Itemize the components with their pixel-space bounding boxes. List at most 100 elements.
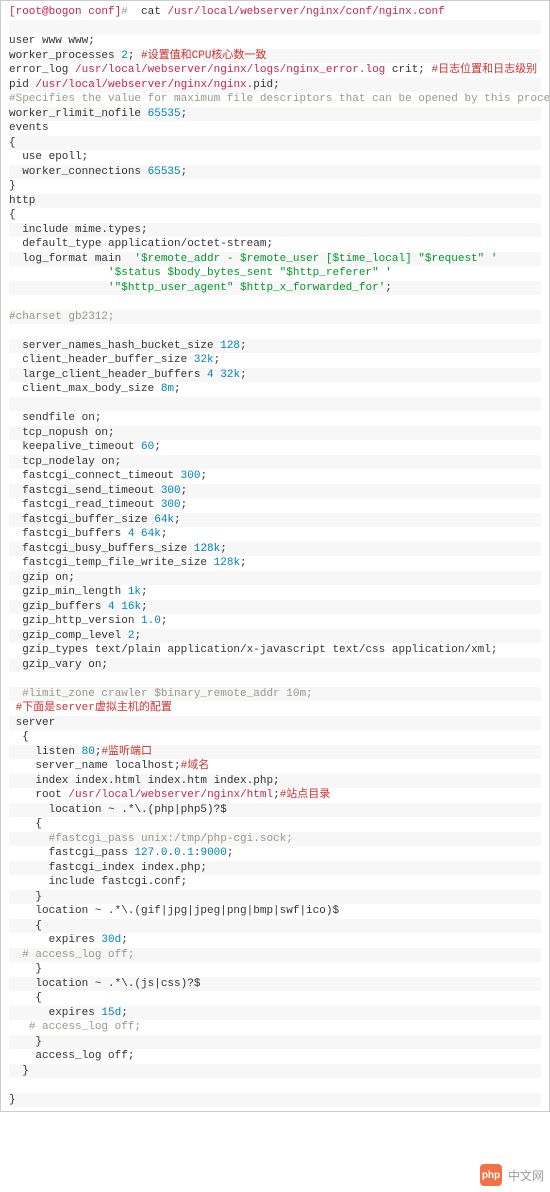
code-token: # access_log off; xyxy=(22,949,134,961)
code-line: gzip_types text/plain application/x-java… xyxy=(9,643,541,658)
code-token: ; xyxy=(141,601,148,613)
nginx-conf-code-block[interactable]: [root@bogon conf]# cat /usr/local/webser… xyxy=(0,0,550,1112)
code-token: log_format main xyxy=(9,253,134,265)
code-token: pid; xyxy=(253,79,279,91)
code-line: { xyxy=(9,919,541,934)
code-token: index index.html index.htm index.php; xyxy=(9,775,280,787)
code-token: ; xyxy=(240,369,247,381)
code-line: { xyxy=(9,136,541,151)
code-token: ; xyxy=(273,789,280,801)
code-token: /usr/ xyxy=(35,79,68,91)
php-cn-watermark: php 中文网 xyxy=(480,1164,544,1186)
code-token: #limit_zone crawler $binary_remote_addr … xyxy=(22,688,312,700)
code-token: crit; xyxy=(385,64,431,76)
code-token xyxy=(9,267,108,279)
code-token: server_names_hash_bucket_size xyxy=(9,340,220,352)
code-token: ; xyxy=(141,586,148,598)
code-token: 300 xyxy=(181,470,201,482)
code-line xyxy=(9,295,541,310)
code-token: /usr/ xyxy=(75,64,108,76)
code-token: gzip_buffers xyxy=(9,601,108,613)
code-token: pid xyxy=(9,79,35,91)
code-token: 32k xyxy=(194,354,214,366)
code-token: } xyxy=(9,1094,16,1106)
code-line: { xyxy=(9,730,541,745)
code-line: } xyxy=(9,1064,541,1079)
code-token: } xyxy=(9,1036,42,1048)
code-token: 9000 xyxy=(200,847,226,859)
code-line: # access_log off; xyxy=(9,948,541,963)
code-token xyxy=(9,296,29,308)
code-line: location ~ .*\.(gif|jpg|jpeg|png|bmp|swf… xyxy=(9,904,541,919)
code-line: '"$http_user_agent" $http_x_forwarded_fo… xyxy=(9,281,541,296)
code-token: #fastcgi_pass unix:/tmp/php-cgi.sock; xyxy=(49,833,293,845)
code-token: #站点目录 xyxy=(280,789,331,801)
code-line: gzip_min_length 1k; xyxy=(9,585,541,600)
code-line: #fastcgi_pass unix:/tmp/php-cgi.sock; xyxy=(9,832,541,847)
code-line: root /usr/local/webserver/nginx/html;#站点… xyxy=(9,788,541,803)
code-line: } xyxy=(9,1093,541,1108)
code-line: fastcgi_pass 127.0.0.1:9000; xyxy=(9,846,541,861)
code-token: fastcgi_temp_file_write_size xyxy=(9,557,214,569)
code-token: 128 xyxy=(220,340,240,352)
code-line: include fastcgi.conf; xyxy=(9,875,541,890)
code-token: ; xyxy=(181,108,188,120)
code-token: [root@bogon conf] xyxy=(9,6,121,18)
code-token: #日志位置和日志级别 xyxy=(432,64,538,76)
code-token: { xyxy=(9,920,42,932)
code-line: client_header_buffer_size 32k; xyxy=(9,353,541,368)
code-token: local xyxy=(101,789,134,801)
code-token: gzip_min_length xyxy=(9,586,128,598)
code-line: { xyxy=(9,817,541,832)
code-token: ; xyxy=(214,354,221,366)
code-line: gzip_vary on; xyxy=(9,658,541,673)
code-line: fastcgi_buffer_size 64k; xyxy=(9,513,541,528)
code-token: /usr/ xyxy=(167,6,200,18)
code-line: #charset gb2312; xyxy=(9,310,541,325)
code-token xyxy=(9,1079,16,1091)
code-token: # access_log off; xyxy=(29,1021,141,1033)
code-line: '$status $body_bytes_sent "$http_referer… xyxy=(9,266,541,281)
code-token: access_log off; xyxy=(9,1050,134,1062)
code-token: '$remote_addr - $remote_user [$time_loca… xyxy=(134,253,497,265)
code-line: fastcgi_buffers 4 64k; xyxy=(9,527,541,542)
code-token: 300 xyxy=(161,499,181,511)
code-token xyxy=(9,833,49,845)
code-line: error_log /usr/local/webserver/nginx/log… xyxy=(9,63,541,78)
code-token: location ~ .*\.(php|php5)?$ xyxy=(9,804,227,816)
code-token: expires xyxy=(9,1007,101,1019)
code-line: } xyxy=(9,962,541,977)
code-line: #下面是server虚拟主机的配置 xyxy=(9,701,541,716)
code-token: fastcgi_buffer_size xyxy=(9,514,154,526)
code-line: tcp_nopush on; xyxy=(9,426,541,441)
code-line: fastcgi_read_timeout 300; xyxy=(9,498,541,513)
code-token: use epoll; xyxy=(9,151,88,163)
code-token: client_max_body_size xyxy=(9,383,161,395)
code-line: log_format main '$remote_addr - $remote_… xyxy=(9,252,541,267)
code-token: { xyxy=(9,992,42,1004)
code-token: 32k xyxy=(220,369,240,381)
code-line xyxy=(9,397,541,412)
code-token: include mime.types; xyxy=(9,224,148,236)
code-token: ; xyxy=(174,514,181,526)
code-token: 8m xyxy=(161,383,174,395)
code-token: default_type application/octet-stream; xyxy=(9,238,273,250)
code-token: ; xyxy=(220,543,227,555)
code-line: expires 15d; xyxy=(9,1006,541,1021)
code-token: include fastcgi.conf; xyxy=(9,876,187,888)
code-line: # access_log off; xyxy=(9,1020,541,1035)
code-line xyxy=(9,672,541,687)
code-token: root xyxy=(9,789,68,801)
code-token: 16k xyxy=(121,601,141,613)
code-token: local xyxy=(108,64,141,76)
code-line: fastcgi_temp_file_write_size 128k; xyxy=(9,556,541,571)
code-token: 128k xyxy=(194,543,220,555)
code-line: worker_processes 2; #设置值和CPU核心数一致 xyxy=(9,49,541,64)
code-line: listen 80;#监听端口 xyxy=(9,745,541,760)
code-token xyxy=(9,688,22,700)
code-token: #监听端口 xyxy=(101,746,152,758)
code-token: ; xyxy=(121,934,128,946)
code-line: location ~ .*\.(php|php5)?$ xyxy=(9,803,541,818)
code-token: 4 xyxy=(108,601,115,613)
code-token: fastcgi_pass xyxy=(9,847,134,859)
